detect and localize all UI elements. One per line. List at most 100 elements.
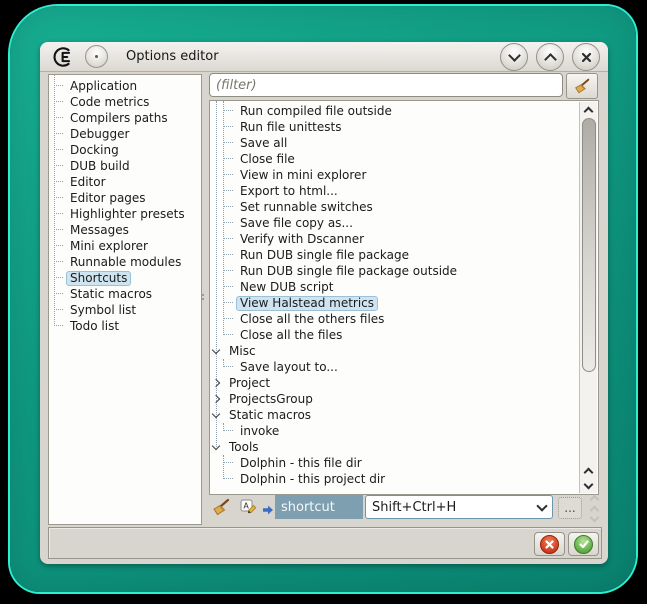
- tree-node[interactable]: ProjectsGroup: [210, 391, 598, 407]
- tree-dash: [54, 165, 63, 167]
- sidebar-item[interactable]: Static macros: [49, 286, 201, 302]
- chevron-down-icon: [589, 513, 599, 523]
- tree-dash: [223, 334, 233, 336]
- sidebar-item[interactable]: Runnable modules: [49, 254, 201, 270]
- splitter-grip[interactable]: [202, 292, 205, 302]
- sidebar-item[interactable]: Mini explorer: [49, 238, 201, 254]
- tree-item[interactable]: Run file unittests: [210, 119, 598, 135]
- tree-item[interactable]: Set runnable switches: [210, 199, 598, 215]
- sidebar-item[interactable]: Code metrics: [49, 94, 201, 110]
- tree-item[interactable]: Export to html...: [210, 183, 598, 199]
- more-button[interactable]: ...: [558, 497, 582, 519]
- tree-item[interactable]: New DUB script: [210, 279, 598, 295]
- shortcut-value-combobox[interactable]: Shift+Ctrl+H: [365, 495, 553, 519]
- sidebar-item[interactable]: Shortcuts: [49, 270, 201, 286]
- tree-dash: [223, 238, 233, 240]
- clear-filter-button[interactable]: [566, 73, 598, 99]
- tree-item[interactable]: Run compiled file outside: [210, 103, 598, 119]
- tree-node[interactable]: Tools: [210, 439, 598, 455]
- tree-item[interactable]: Close all the others files: [210, 311, 598, 327]
- node-chevron-icon[interactable]: [212, 395, 220, 403]
- unshade-button[interactable]: [536, 43, 564, 71]
- tree-item[interactable]: Dolphin - this file dir: [210, 455, 598, 471]
- edit-shortcut-button[interactable]: A: [240, 498, 257, 519]
- scroll-down-button[interactable]: [580, 478, 597, 493]
- sidebar-item[interactable]: Symbol list: [49, 302, 201, 318]
- tree-item[interactable]: Dolphin - this project dir: [210, 471, 598, 487]
- tree-item[interactable]: Run DUB single file package outside: [210, 263, 598, 279]
- sidebar-item[interactable]: Highlighter presets: [49, 206, 201, 222]
- tree-scrollbar[interactable]: [579, 102, 597, 493]
- sidebar-item[interactable]: DUB build: [49, 158, 201, 174]
- tree-item[interactable]: Run DUB single file package: [210, 247, 598, 263]
- tree-item[interactable]: View Halstead metrics: [210, 295, 598, 311]
- shortcuts-tree[interactable]: Run compiled file outsideRun file unitte…: [209, 100, 599, 495]
- tree-dash: [223, 174, 233, 176]
- close-button[interactable]: [572, 43, 600, 71]
- tree-dash: [223, 270, 233, 272]
- node-chevron-icon[interactable]: [212, 379, 220, 387]
- tree-dash: [223, 366, 233, 368]
- tree-item-label: View Halstead metrics: [236, 296, 378, 311]
- tree-item[interactable]: View in mini explorer: [210, 167, 598, 183]
- tree-item[interactable]: Save file copy as...: [210, 215, 598, 231]
- sidebar-item-label: Messages: [66, 223, 133, 238]
- chevron-down-icon: [508, 49, 521, 62]
- tree-item-label: Save all: [236, 136, 291, 151]
- tree-node[interactable]: Misc: [210, 343, 598, 359]
- filter-input[interactable]: [209, 73, 563, 97]
- window-title: Options editor: [126, 49, 219, 64]
- sidebar-item-label: Code metrics: [66, 95, 153, 110]
- tree-dash: [54, 213, 63, 215]
- scrollbar-thumb[interactable]: [582, 118, 596, 372]
- broom-icon: [573, 77, 591, 95]
- titlebar[interactable]: Options editor: [40, 42, 608, 72]
- shade-button[interactable]: [500, 43, 528, 71]
- tree-dash: [223, 190, 233, 192]
- node-chevron-icon[interactable]: [212, 346, 220, 354]
- cancel-button[interactable]: [534, 532, 565, 556]
- tree-item[interactable]: Close file: [210, 151, 598, 167]
- property-grid-scrollbar[interactable]: [587, 492, 601, 524]
- tree-node[interactable]: Static macros: [210, 407, 598, 423]
- tree-item[interactable]: invoke: [210, 423, 598, 439]
- property-name-cell[interactable]: shortcut: [275, 495, 363, 519]
- tree-dash: [54, 85, 63, 87]
- sidebar-item[interactable]: Messages: [49, 222, 201, 238]
- sidebar-item[interactable]: Debugger: [49, 126, 201, 142]
- clear-shortcut-button[interactable]: [211, 497, 231, 521]
- tree-dash: [54, 261, 63, 263]
- categories-list[interactable]: ApplicationCode metricsCompilers pathsDe…: [48, 74, 202, 525]
- options-editor-window: Options editor ApplicationCode metricsCo…: [40, 42, 608, 564]
- sidebar-item[interactable]: Editor pages: [49, 190, 201, 206]
- tree-dash: [54, 117, 63, 119]
- selected-property-arrow-icon: [262, 501, 274, 520]
- sidebar-item[interactable]: Application: [49, 78, 201, 94]
- tree-item-label: Verify with Dscanner: [236, 232, 368, 247]
- tree-item[interactable]: Close all the files: [210, 327, 598, 343]
- node-chevron-icon[interactable]: [212, 410, 220, 418]
- scroll-up-button[interactable]: [580, 102, 597, 117]
- dot-icon: [95, 55, 98, 58]
- scroll-up-button-2[interactable]: [580, 463, 597, 478]
- window-frame: Options editor ApplicationCode metricsCo…: [10, 6, 636, 592]
- sidebar-item[interactable]: Todo list: [49, 318, 201, 334]
- sidebar-item[interactable]: Docking: [49, 142, 201, 158]
- tree-dash: [54, 197, 63, 199]
- sidebar-item[interactable]: Compilers paths: [49, 110, 201, 126]
- tree-dash: [54, 101, 63, 103]
- tree-item[interactable]: Verify with Dscanner: [210, 231, 598, 247]
- key-edit-icon: A: [240, 498, 257, 515]
- tree-node[interactable]: Project: [210, 375, 598, 391]
- tree-item[interactable]: Save layout to...: [210, 359, 598, 375]
- tree-dash: [54, 293, 63, 295]
- tree-dash: [223, 110, 233, 112]
- tree-item-label: Set runnable switches: [236, 200, 377, 215]
- tree-dash: [223, 462, 233, 464]
- sidebar-item[interactable]: Editor: [49, 174, 201, 190]
- tree-item[interactable]: Save all: [210, 135, 598, 151]
- node-chevron-icon[interactable]: [212, 442, 220, 450]
- accept-button[interactable]: [568, 532, 599, 556]
- tree-item-label: Run DUB single file package: [236, 248, 413, 263]
- window-menu-button[interactable]: [85, 45, 108, 68]
